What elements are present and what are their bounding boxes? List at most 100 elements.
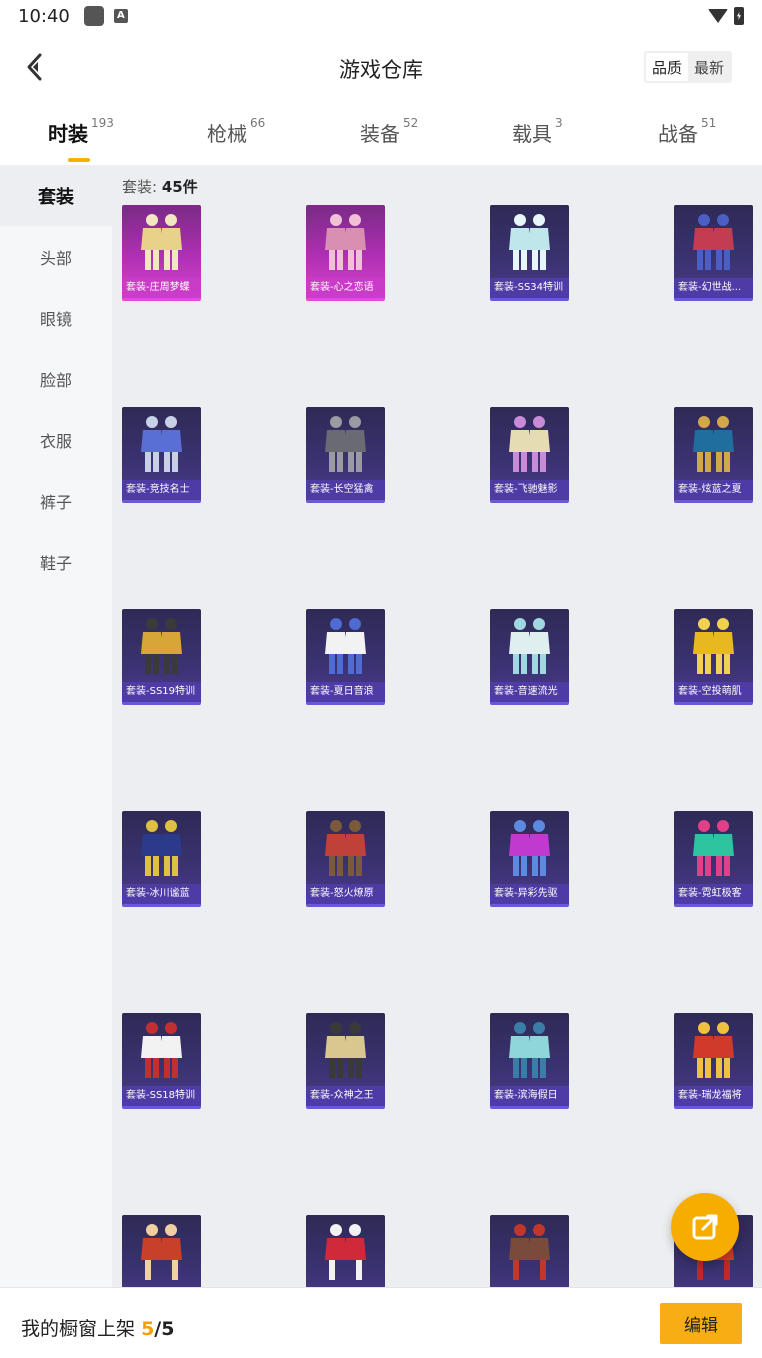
outfit-thumbnail (509, 1224, 550, 1280)
sidebar-item-clothes[interactable]: 衣服 (0, 409, 112, 470)
sort-newest-button[interactable]: 最新 (688, 53, 730, 81)
outfit-thumbnail (325, 820, 366, 876)
sidebar-item-glasses[interactable]: 眼镜 (0, 287, 112, 348)
tab-count: 193 (91, 116, 114, 130)
app-badge-icon: A (113, 9, 128, 23)
outfit-thumbnail (509, 1022, 550, 1078)
item-card[interactable]: 套装-竞技名士 (122, 407, 201, 503)
sidebar-item-shoes[interactable]: 鞋子 (0, 531, 112, 592)
edit-button[interactable]: 编辑 (660, 1303, 742, 1344)
outfit-thumbnail (509, 214, 550, 270)
outfit-thumbnail (325, 1224, 366, 1280)
item-card-label: 套装-音速流光 (490, 682, 569, 702)
outfit-thumbnail (693, 214, 734, 270)
outfit-thumbnail (141, 416, 182, 472)
outfit-thumbnail (693, 820, 734, 876)
outfit-thumbnail (141, 820, 182, 876)
item-card[interactable]: 套装-长空猛禽 (306, 407, 385, 503)
item-count-value: 45件 (161, 178, 198, 196)
outfit-thumbnail (325, 214, 366, 270)
shelf-label: 我的橱窗上架 (21, 1318, 136, 1340)
outfit-thumbnail (509, 820, 550, 876)
item-card-label: 套装-怒火燎原 (306, 884, 385, 904)
shelf-total: /5 (154, 1318, 175, 1340)
item-card-label: 套装-霓虹极客 (674, 884, 753, 904)
share-external-icon (692, 1214, 718, 1240)
item-card-label: 套装-竞技名士 (122, 480, 201, 500)
item-card[interactable]: 套装-SS18特训 (122, 1013, 201, 1109)
share-fab-button[interactable] (671, 1193, 739, 1261)
item-card-label: 套装-滨海假日 (490, 1086, 569, 1106)
item-card[interactable]: 套装-怒火燎原 (306, 811, 385, 907)
outfit-thumbnail (325, 416, 366, 472)
outfit-thumbnail (693, 618, 734, 674)
item-card-label: 套装-SS18特训 (122, 1086, 201, 1106)
tab-label: 时装 (48, 122, 88, 146)
item-card-label: 套装-冰川谧蓝 (122, 884, 201, 904)
outfit-thumbnail (325, 618, 366, 674)
item-count: 套装: 45件 (122, 176, 198, 197)
item-card-label: 套装-SS34特训 (490, 278, 569, 298)
sort-toggle: 品质 最新 (643, 51, 732, 83)
notification-icon (83, 6, 104, 26)
category-tabs: 时装 193 枪械 66 装备 52 载具 3 战备 51 (0, 108, 762, 164)
item-card-partial[interactable] (306, 1215, 385, 1287)
tab-vehicles[interactable]: 载具 3 (512, 116, 563, 147)
item-card-partial[interactable] (490, 1215, 569, 1287)
tab-label: 枪械 (207, 122, 247, 146)
outfit-thumbnail (693, 416, 734, 472)
tab-count: 3 (555, 116, 563, 130)
item-card-partial[interactable] (122, 1215, 201, 1287)
item-card[interactable]: 套装-飞驰魅影 (490, 407, 569, 503)
item-card-label: 套装-众神之王 (306, 1086, 385, 1106)
outfit-thumbnail (509, 618, 550, 674)
status-time: 10:40 (18, 5, 70, 27)
item-card[interactable]: 套装-SS19特训 (122, 609, 201, 705)
item-card[interactable]: 套装-霓虹极客 (674, 811, 753, 907)
tab-count: 52 (403, 116, 419, 130)
item-card-label: 套装-幻世战... (674, 278, 753, 298)
item-count-label: 套装: (122, 178, 158, 196)
item-card[interactable]: 套装-众神之王 (306, 1013, 385, 1109)
outfit-thumbnail (509, 416, 550, 472)
outfit-thumbnail (141, 618, 182, 674)
item-card-label: 套装-SS19特训 (122, 682, 201, 702)
tab-battle-gear[interactable]: 战备 51 (658, 116, 716, 147)
tab-count: 66 (250, 116, 266, 130)
tab-active-indicator (68, 158, 90, 162)
item-card-label: 套装-飞驰魅影 (490, 480, 569, 500)
sidebar-item-head[interactable]: 头部 (0, 226, 112, 287)
tab-label: 装备 (360, 122, 400, 146)
shelf-used: 5 (141, 1318, 155, 1340)
item-card[interactable]: 套装-瑞龙福将 (674, 1013, 753, 1109)
item-grid[interactable]: 套装: 45件 套装-庄周梦蝶 套装-心之恋语 套装-SS34特训 套装-幻世战...… (112, 165, 762, 1287)
sidebar-item-pants[interactable]: 裤子 (0, 470, 112, 531)
item-card[interactable]: 套装-异彩先驱 (490, 811, 569, 907)
tab-equipment[interactable]: 装备 52 (360, 116, 419, 147)
item-card[interactable]: 套装-炫蓝之夏 (674, 407, 753, 503)
item-card[interactable]: 套装-空投萌肌 (674, 609, 753, 705)
bottom-bar: 我的橱窗上架 5/5 编辑 (0, 1287, 762, 1358)
outfit-thumbnail (141, 1022, 182, 1078)
sidebar: 套装 头部 眼镜 脸部 衣服 裤子 鞋子 (0, 165, 112, 1287)
sidebar-item-face[interactable]: 脸部 (0, 348, 112, 409)
item-card[interactable]: 套装-SS34特训 (490, 205, 569, 301)
item-card[interactable]: 套装-音速流光 (490, 609, 569, 705)
item-card-label: 套装-夏日音浪 (306, 682, 385, 702)
sidebar-item-suits[interactable]: 套装 (0, 165, 112, 226)
tab-fashion[interactable]: 时装 193 (48, 116, 114, 162)
item-card[interactable]: 套装-夏日音浪 (306, 609, 385, 705)
item-card[interactable]: 套装-幻世战... (674, 205, 753, 301)
wifi-icon (708, 9, 728, 23)
item-card-label: 套装-长空猛禽 (306, 480, 385, 500)
sort-quality-button[interactable]: 品质 (645, 53, 688, 81)
tab-guns[interactable]: 枪械 66 (207, 116, 266, 147)
item-card[interactable]: 套装-心之恋语 (306, 205, 385, 301)
tab-label: 载具 (512, 122, 552, 146)
item-card[interactable]: 套装-庄周梦蝶 (122, 205, 201, 301)
item-card-label: 套装-庄周梦蝶 (122, 278, 201, 298)
outfit-thumbnail (693, 1022, 734, 1078)
item-card-label: 套装-瑞龙福将 (674, 1086, 753, 1106)
item-card[interactable]: 套装-冰川谧蓝 (122, 811, 201, 907)
item-card[interactable]: 套装-滨海假日 (490, 1013, 569, 1109)
